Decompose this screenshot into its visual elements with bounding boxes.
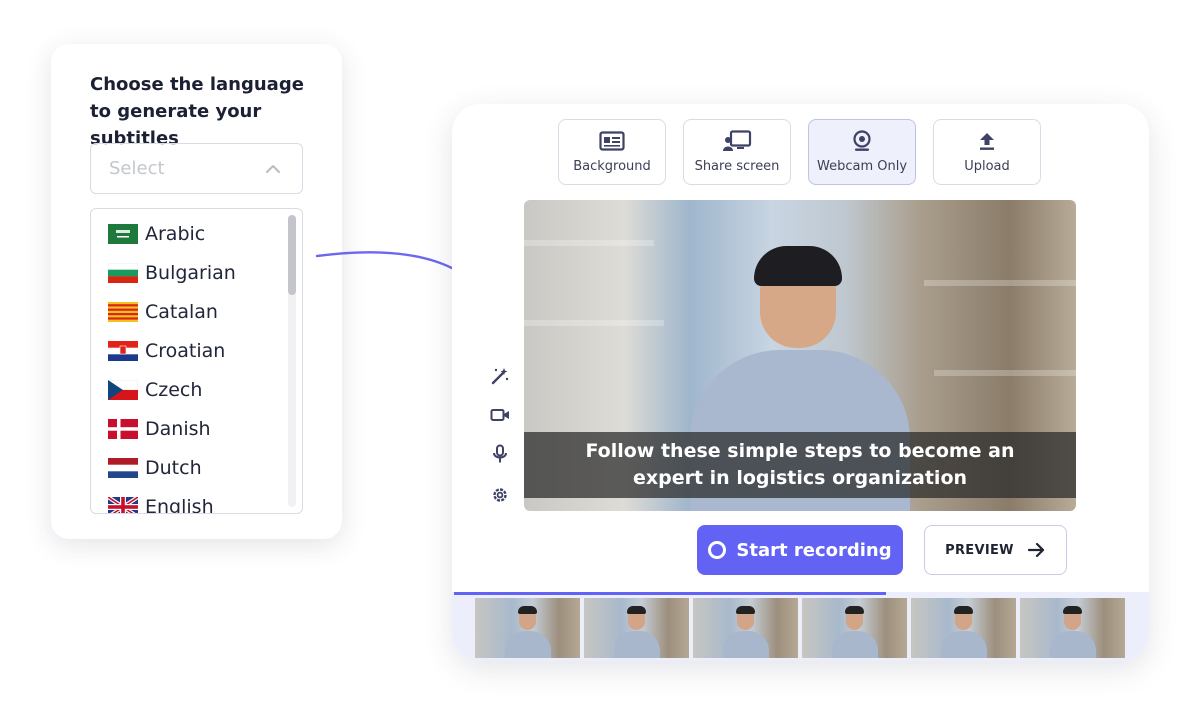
language-panel-title: Choose the language to generate your sub… <box>90 74 304 149</box>
language-label: Czech <box>145 379 203 401</box>
language-label: Croatian <box>145 340 226 362</box>
chevron-up-icon <box>266 164 280 173</box>
upload-button[interactable]: Upload <box>933 119 1041 185</box>
arrow-right-icon <box>1027 542 1044 558</box>
scrollbar-thumb[interactable] <box>288 215 296 295</box>
bulgaria-flag-icon <box>108 263 138 283</box>
timeline[interactable] <box>452 592 1149 661</box>
webcam-icon <box>851 130 873 152</box>
timeline-thumbnail[interactable] <box>911 598 1016 658</box>
gear-icon[interactable] <box>490 485 510 505</box>
denmark-flag-icon <box>108 419 138 439</box>
czech-flag-icon <box>108 380 138 400</box>
share-screen-button[interactable]: Share screen <box>683 119 791 185</box>
language-option-croatian[interactable]: Croatian <box>108 336 278 366</box>
timeline-thumbnail[interactable] <box>802 598 907 658</box>
video-preview: Follow these simple steps to become an e… <box>524 200 1076 511</box>
language-list-scrollbar[interactable] <box>288 215 296 507</box>
presenter-hair <box>754 246 842 286</box>
preview-button[interactable]: PREVIEW <box>924 525 1067 575</box>
catalonia-flag-icon <box>108 302 138 322</box>
timeline-thumbnail[interactable] <box>1020 598 1125 658</box>
record-icon <box>708 541 727 559</box>
start-recording-label: Start recording <box>736 539 892 561</box>
netherlands-flag-icon <box>108 458 138 478</box>
language-panel: Choose the language to generate your sub… <box>51 44 342 539</box>
tool-label: Share screen <box>694 159 780 174</box>
share-screen-icon <box>722 130 752 152</box>
language-label: Catalan <box>145 301 218 323</box>
webcam-only-button[interactable]: Webcam Only <box>808 119 916 185</box>
language-label: Bulgarian <box>145 262 236 284</box>
language-label: Arabic <box>145 223 206 245</box>
language-list[interactable]: Arabic Bulgarian Catalan Croatian Czech … <box>90 208 303 514</box>
subtitle-caption: Follow these simple steps to become an e… <box>524 432 1076 498</box>
background-shelf <box>524 320 664 326</box>
language-label: Danish <box>145 418 211 440</box>
language-option-bulgarian[interactable]: Bulgarian <box>108 258 278 288</box>
preview-label: PREVIEW <box>945 542 1014 558</box>
uk-flag-icon <box>108 497 138 513</box>
start-recording-button[interactable]: Start recording <box>697 525 903 575</box>
timeline-thumbnail[interactable] <box>584 598 689 658</box>
language-option-catalan[interactable]: Catalan <box>108 297 278 327</box>
background-button[interactable]: Background <box>558 119 666 185</box>
microphone-icon[interactable] <box>490 444 510 464</box>
background-shelf <box>524 240 654 246</box>
tool-label: Webcam Only <box>816 159 908 174</box>
timeline-thumbnail[interactable] <box>693 598 798 658</box>
language-select[interactable]: Select <box>90 143 303 194</box>
tool-label: Upload <box>964 159 1010 174</box>
language-option-arabic[interactable]: Arabic <box>108 219 278 249</box>
croatia-flag-icon <box>108 341 138 361</box>
language-label: Dutch <box>145 457 202 479</box>
id-card-icon <box>599 130 625 152</box>
magic-wand-icon[interactable] <box>490 366 510 386</box>
background-shelf <box>924 280 1076 286</box>
saudi-arabia-flag-icon <box>108 224 138 244</box>
language-label: English <box>145 496 214 514</box>
language-option-czech[interactable]: Czech <box>108 375 278 405</box>
timeline-progress <box>454 592 886 595</box>
select-placeholder: Select <box>109 158 165 179</box>
caption-text: Follow these simple steps to become an e… <box>585 440 1015 489</box>
recorder-panel: Background Share screen Webcam Only Uplo… <box>452 104 1149 661</box>
tool-label: Background <box>573 159 651 174</box>
upload-icon <box>978 130 996 152</box>
background-shelf <box>934 370 1076 376</box>
video-camera-icon[interactable] <box>490 405 510 425</box>
language-option-english[interactable]: English <box>108 492 278 514</box>
language-option-dutch[interactable]: Dutch <box>108 453 278 483</box>
timeline-thumbnail[interactable] <box>475 598 580 658</box>
language-option-danish[interactable]: Danish <box>108 414 278 444</box>
